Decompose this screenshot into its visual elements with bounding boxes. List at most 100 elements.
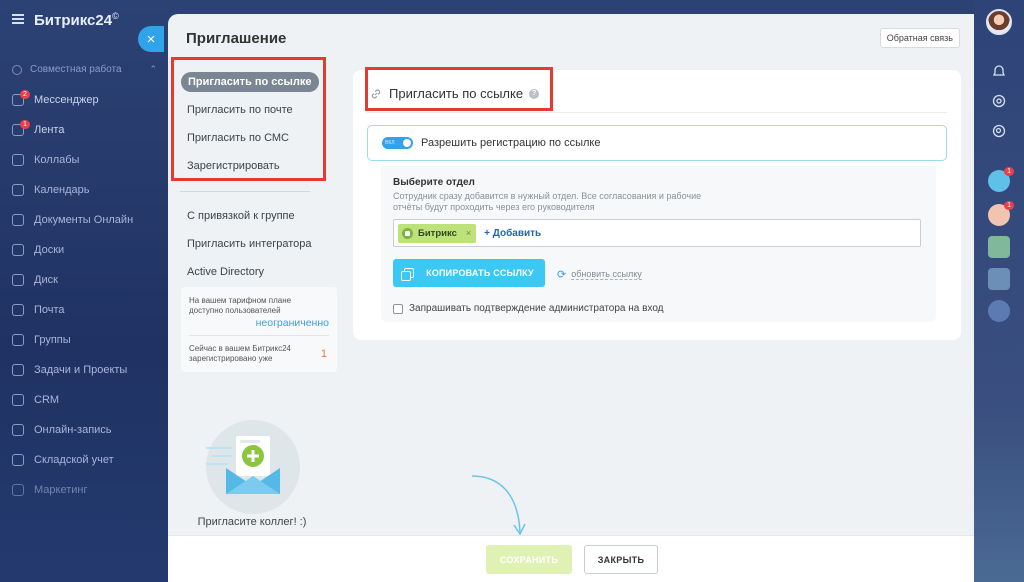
copy-link-button[interactable]: КОПИРОВАТЬ ССЫЛКУ <box>393 259 545 287</box>
search-chat-icon[interactable] <box>988 120 1010 142</box>
sidebar-item-messenger[interactable]: 2 Мессенджер <box>12 90 99 110</box>
document-icon <box>12 214 24 226</box>
groups-icon <box>12 334 24 346</box>
sidebar-item-label: Диск <box>34 274 58 286</box>
copilot-bot-avatar[interactable]: 1 <box>988 167 1014 192</box>
contact-badge: 1 <box>1004 201 1014 210</box>
nav-item-group[interactable]: С привязкой к группе <box>180 202 340 230</box>
sidebar-item-label: Документы Онлайн <box>34 214 134 226</box>
bookmark-icon[interactable] <box>988 300 1010 322</box>
sidebar-item-calendar[interactable]: Календарь <box>12 180 90 200</box>
sidebar-item-label: Маркетинг <box>34 484 88 496</box>
allow-registration-toggle[interactable]: ВКЛ <box>382 137 413 149</box>
admin-confirm-row: Запрашивать подтверждение администратора… <box>393 303 664 314</box>
chat-icon: 2 <box>12 90 30 106</box>
sidebar-item-label: Задачи и Проекты <box>34 364 128 376</box>
crm-icon <box>12 394 24 406</box>
user-avatar[interactable] <box>986 9 1012 35</box>
inventory-icon <box>12 454 24 466</box>
portal-brand[interactable]: Битрикс24© <box>34 11 119 29</box>
copilot-badge: 1 <box>1004 167 1014 176</box>
tariff-info: На вашем тарифном плане доступно пользов… <box>181 287 337 372</box>
sidebar-item-marketing[interactable]: Маркетинг <box>12 480 87 500</box>
sidebar-item-groups[interactable]: Группы <box>12 330 71 350</box>
nav-item-label: Active Directory <box>187 266 265 278</box>
tariff-plan-text: На вашем тарифном плане доступно пользов… <box>189 296 292 315</box>
brand-name: Битрикс24 <box>34 12 113 29</box>
allow-registration-row: ВКЛ Разрешить регистрацию по ссылке <box>367 125 947 161</box>
sidebar-group-collab[interactable]: Совместная работа ⌃ <box>12 64 157 75</box>
open-line-icon[interactable] <box>988 236 1010 258</box>
sidebar-item-boards[interactable]: Доски <box>12 240 64 260</box>
feed-icon: 1 <box>12 120 30 136</box>
copy-link-label: КОПИРОВАТЬ ССЫЛКУ <box>426 268 534 278</box>
sidebar-item-feed[interactable]: 1 Лента <box>12 120 64 140</box>
refresh-icon: ⟳ <box>557 269 567 281</box>
save-button[interactable]: СОХРАНИТЬ <box>486 545 572 574</box>
sidebar-item-label: Складской учет <box>34 454 114 466</box>
sidebar-item-label: CRM <box>34 394 60 406</box>
sidebar-item-mail[interactable]: Почта <box>12 300 65 320</box>
registered-count: 1 <box>320 348 327 360</box>
department-description: Сотрудник сразу добавится в нужный отдел… <box>393 191 702 212</box>
copy-icon <box>401 268 415 281</box>
registered-text: Сейчас в вашем Битрикс24 зарегистрирован… <box>189 344 291 363</box>
chevron-up-icon: ⌃ <box>149 64 157 74</box>
department-section: Выберите отдел Сотрудник сразу добавится… <box>381 166 936 322</box>
marketing-icon <box>12 484 24 496</box>
menu-icon[interactable] <box>12 14 24 24</box>
invite-slider: Приглашение Обратная связь Пригласить по… <box>168 14 974 582</box>
feedback-button[interactable]: Обратная связь <box>879 28 960 48</box>
booking-icon <box>12 424 24 436</box>
tariff-divider <box>189 335 329 336</box>
bell-icon[interactable] <box>988 60 1010 82</box>
collab-icon <box>12 64 22 75</box>
messenger-badge: 2 <box>20 90 30 99</box>
nav-item-integrator[interactable]: Пригласить интегратора <box>180 230 340 258</box>
close-slider-button[interactable]: × <box>138 26 164 52</box>
contact-avatar[interactable]: 1 <box>988 201 1014 226</box>
admin-confirm-label: Запрашивать подтверждение администратора… <box>409 303 664 314</box>
admin-confirm-checkbox[interactable] <box>393 303 403 314</box>
department-tag[interactable]: Битрикс × <box>398 223 477 243</box>
card-divider <box>367 112 947 113</box>
department-tag-label: Битрикс <box>418 227 457 239</box>
channel-icon[interactable] <box>988 268 1010 290</box>
add-department-link[interactable]: + Добавить <box>484 228 541 239</box>
company-icon <box>402 227 413 239</box>
mail-icon <box>12 304 24 316</box>
nav-item-label: С привязкой к группе <box>187 210 295 222</box>
illustration-caption: Пригласите коллег! :) <box>197 516 307 528</box>
tasks-icon <box>12 364 24 376</box>
highlight-frame-title <box>365 67 553 111</box>
sidebar-item-label: Коллабы <box>34 154 80 166</box>
sidebar-item-inventory[interactable]: Складской учет <box>12 450 114 470</box>
sidebar-item-crm[interactable]: CRM <box>12 390 59 410</box>
slider-footer: СОХРАНИТЬ ЗАКРЫТЬ <box>168 535 974 582</box>
telephony-icon[interactable] <box>988 90 1010 112</box>
right-rail: 1 1 <box>974 0 1024 582</box>
invite-nav-secondary: С привязкой к группе Пригласить интеграт… <box>180 202 340 286</box>
sidebar-item-label: Доски <box>34 244 65 256</box>
sidebar-item-label: Группы <box>34 334 71 346</box>
sidebar-item-label: Лента <box>34 124 65 136</box>
sidebar-item-collabs[interactable]: Коллабы <box>12 150 79 170</box>
sidebar-item-docs[interactable]: Документы Онлайн <box>12 210 133 230</box>
disk-icon <box>12 274 24 286</box>
feed-badge: 1 <box>20 120 30 129</box>
sidebar-item-label: Мессенджер <box>34 94 99 106</box>
portal-sidebar: Битрикс24© Совместная работа ⌃ 2 Мессендж… <box>0 0 168 582</box>
toggle-label: Разрешить регистрацию по ссылке <box>421 137 601 149</box>
envelope-plus-icon <box>206 436 280 494</box>
refresh-link[interactable]: ⟳ обновить ссылку <box>557 268 642 281</box>
remove-tag-icon[interactable]: × <box>466 228 471 238</box>
invite-illustration <box>206 420 300 514</box>
sidebar-item-tasks[interactable]: Задачи и Проекты <box>12 360 127 380</box>
hint-arrow-icon <box>471 475 526 536</box>
close-button[interactable]: ЗАКРЫТЬ <box>584 545 658 574</box>
sidebar-item-booking[interactable]: Онлайн-запись <box>12 420 112 440</box>
tariff-plan-value: неограниченно <box>255 317 329 329</box>
department-selector[interactable]: Битрикс × + Добавить <box>393 219 921 247</box>
sidebar-item-disk[interactable]: Диск <box>12 270 58 290</box>
nav-item-active-directory[interactable]: Active Directory <box>180 258 340 286</box>
